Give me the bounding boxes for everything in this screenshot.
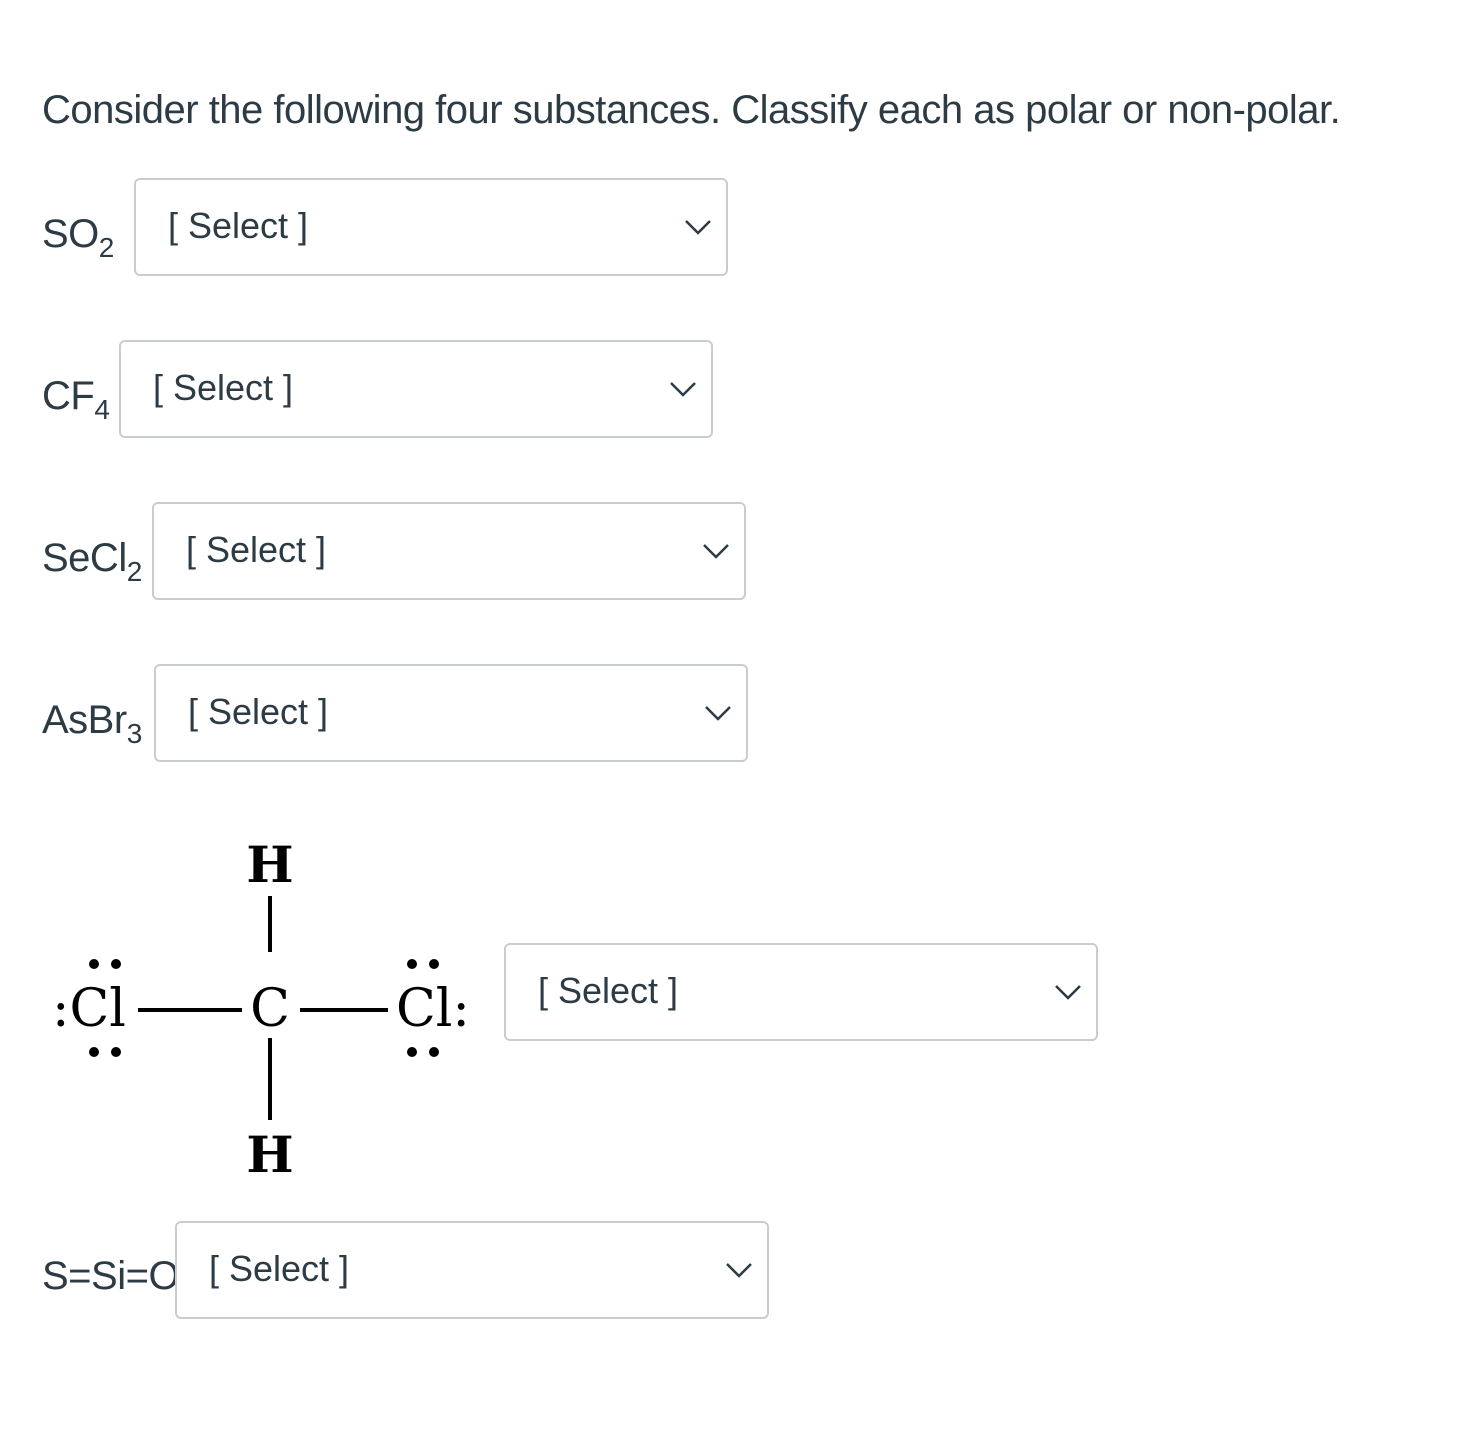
select-asbr3[interactable]: [ Select ] [154, 664, 748, 762]
formula-asbr3: AsBr3 [42, 698, 142, 747]
select-so2[interactable]: [ Select ] [134, 178, 728, 276]
atom-left: :Cl [52, 979, 126, 1039]
formula-main: SeCl [42, 536, 127, 580]
select-cf4[interactable]: [ Select ] [119, 340, 713, 438]
select-value: [ Select ] [209, 1248, 350, 1290]
chevron-down-icon [725, 1261, 753, 1279]
select-secl2[interactable]: [ Select ] [152, 502, 746, 600]
select-value: [ Select ] [153, 367, 294, 409]
formula-subscript: 3 [126, 717, 143, 749]
select-value: [ Select ] [538, 970, 679, 1012]
atom-top: H [246, 835, 293, 894]
select-value: [ Select ] [186, 529, 327, 571]
chevron-down-icon [1054, 983, 1082, 1001]
formula-subscript: 2 [126, 555, 143, 587]
formula-main: CF [42, 374, 95, 418]
select-value: [ Select ] [188, 691, 329, 733]
formula-main: AsBr [42, 698, 127, 742]
chevron-down-icon [702, 542, 730, 560]
chevron-down-icon [684, 218, 712, 236]
atom-bottom: H [246, 1125, 293, 1184]
select-value: [ Select ] [168, 205, 309, 247]
question-text: Consider the following four substances. … [42, 88, 1341, 132]
formula-subscript: 2 [98, 231, 115, 263]
lewis-structure-ch2cl2: H C H :Cl Cl: [40, 830, 500, 1195]
atom-center: C [250, 979, 290, 1039]
formula-main: S=Si=O [42, 1254, 180, 1298]
formula-so2: SO2 [42, 212, 114, 261]
formula-main: SO [42, 212, 99, 256]
select-ch2cl2[interactable]: [ Select ] [504, 943, 1098, 1041]
select-ssio[interactable]: [ Select ] [175, 1221, 769, 1319]
formula-subscript: 4 [94, 393, 110, 425]
atom-right: Cl: [396, 979, 470, 1039]
formula-secl2: SeCl2 [42, 536, 142, 585]
formula-ssio: S=Si=O [42, 1254, 180, 1299]
formula-cf4: CF4 [42, 374, 110, 423]
chevron-down-icon [704, 704, 732, 722]
chevron-down-icon [669, 380, 697, 398]
